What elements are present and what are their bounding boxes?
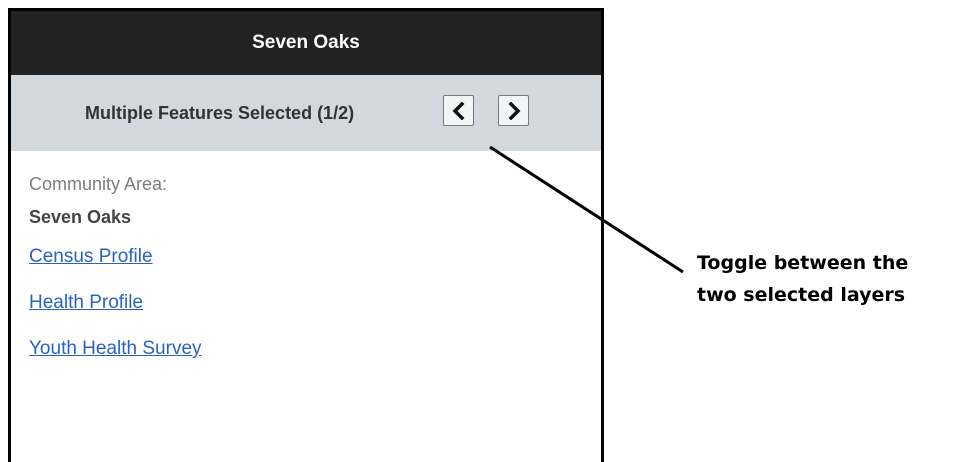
annotation-line-1: Toggle between the	[697, 252, 909, 274]
annotation-pointer-line	[489, 145, 684, 274]
annotation-line-2: two selected layers	[697, 284, 906, 306]
annotation-callout: Toggle between the two selected layers	[697, 247, 908, 311]
